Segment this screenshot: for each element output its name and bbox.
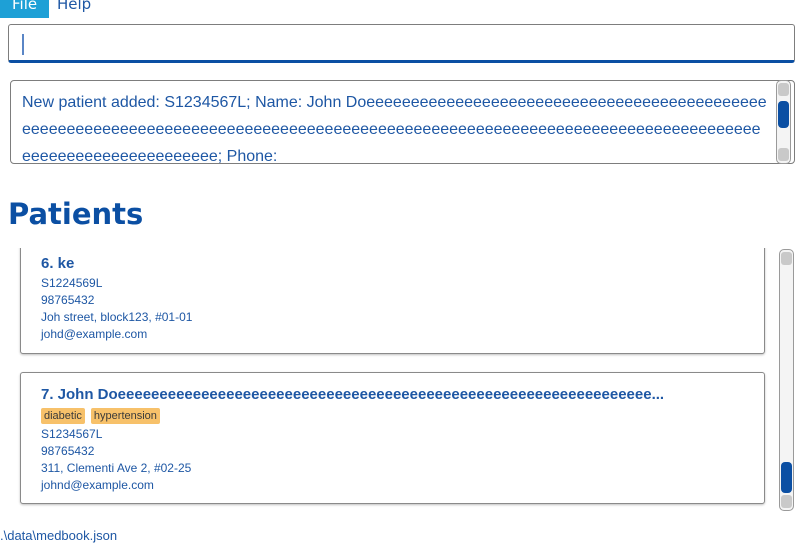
scroll-down-arrow-icon[interactable] (778, 148, 789, 161)
patient-card[interactable]: 7. John Doeeeeeeeeeeeeeeeeeeeeeeeeeeeeee… (20, 372, 765, 504)
tag-badge: diabetic (41, 408, 85, 424)
list-scrollbar[interactable] (779, 249, 794, 511)
tag-list: diabetic hypertension (41, 408, 160, 424)
status-bar-path: .\data\medbook.json (0, 528, 118, 543)
patient-list: 6. ke S1224569L 98765432 Joh street, blo… (0, 248, 805, 514)
command-box[interactable] (8, 24, 805, 63)
scroll-up-arrow-icon[interactable] (778, 83, 789, 96)
patient-nric: S1234567L (41, 427, 103, 441)
scroll-up-arrow-icon[interactable] (781, 252, 792, 265)
scroll-down-arrow-icon[interactable] (781, 495, 792, 508)
patient-email: johnd@example.com (41, 478, 154, 492)
result-scroll-thumb[interactable] (778, 101, 789, 128)
patient-phone: 98765432 (41, 293, 95, 307)
result-display: New patient added: S1234567L; Name: John… (10, 80, 795, 164)
patient-address: Joh street, block123, #01-01 (41, 310, 193, 324)
patient-email: johd@example.com (41, 327, 148, 341)
patient-name: 6. ke (41, 255, 75, 272)
patient-nric: S1224569L (41, 276, 103, 290)
patient-phone: 98765432 (41, 444, 95, 458)
tag-badge: hypertension (90, 408, 160, 424)
result-scrollbar[interactable] (776, 80, 791, 164)
list-scroll-thumb[interactable] (781, 462, 792, 493)
patient-card[interactable]: 6. ke S1224569L 98765432 Joh street, blo… (20, 248, 765, 354)
page-title: Patients (8, 197, 144, 231)
menu-bar: File Help (0, 0, 805, 18)
patient-address: 311, Clementi Ave 2, #02-25 (41, 461, 192, 475)
patient-name: 7. John Doeeeeeeeeeeeeeeeeeeeeeeeeeeeeee… (41, 386, 665, 403)
menu-help[interactable]: Help (45, 0, 103, 18)
result-text: New patient added: S1234567L; Name: John… (22, 94, 767, 164)
menu-file[interactable]: File (0, 0, 50, 18)
text-caret (22, 34, 24, 55)
command-input[interactable] (9, 25, 805, 60)
